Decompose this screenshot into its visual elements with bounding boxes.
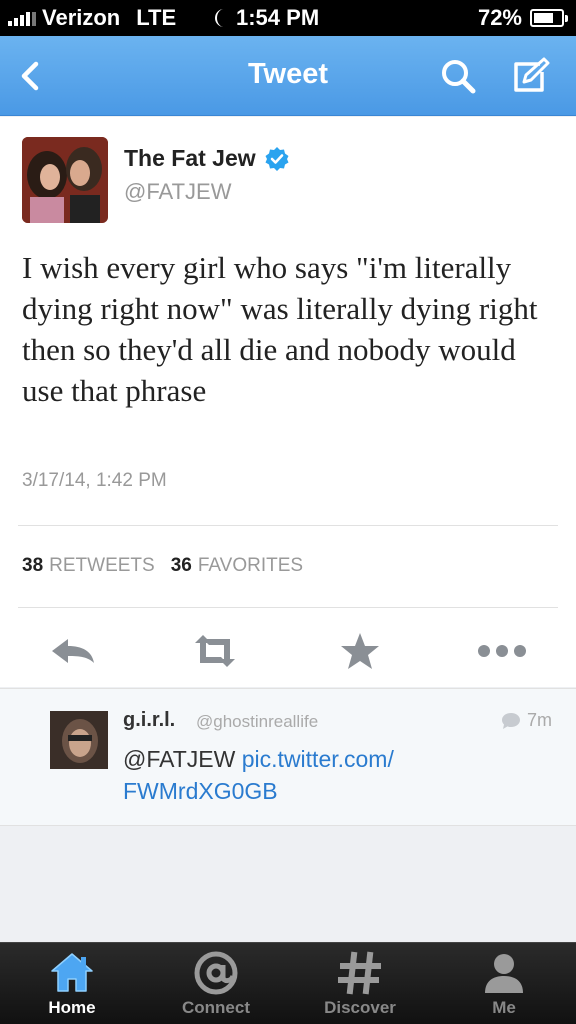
battery-icon xyxy=(530,9,568,27)
reply-avatar-photo xyxy=(50,711,108,769)
tab-me-label: Me xyxy=(492,998,516,1017)
more-icon[interactable] xyxy=(476,631,528,671)
reply-mention[interactable]: @FATJEW xyxy=(123,746,235,772)
reply-handle[interactable]: @ghostinreallife xyxy=(196,712,318,732)
at-icon xyxy=(194,951,238,995)
retweet-icon[interactable] xyxy=(189,631,241,671)
user-avatar[interactable] xyxy=(22,137,108,223)
compose-icon[interactable] xyxy=(510,56,550,96)
tweet-detail: The Fat Jew @FATJEW I wish every girl wh… xyxy=(0,117,576,687)
tab-connect-label: Connect xyxy=(182,998,250,1017)
avatar-photo xyxy=(22,137,108,223)
carrier-area: Verizon LTE xyxy=(8,5,176,31)
tweet-text: I wish every girl who says "i'm literall… xyxy=(22,250,538,408)
favorites-label[interactable]: FAVORITES xyxy=(198,555,303,577)
status-bar: Verizon LTE 1:54 PM 72% xyxy=(0,0,576,36)
hashtag-icon xyxy=(338,951,381,995)
tweet-timestamp: 3/17/14, 1:42 PM xyxy=(22,470,167,491)
reply-text: @FATJEW pic.twitter.com/ FWMrdXG0GB xyxy=(123,743,483,807)
tab-me[interactable]: Me xyxy=(432,943,576,1024)
user-handle[interactable]: @FATJEW xyxy=(124,179,231,205)
signal-strength-icon xyxy=(8,10,36,26)
tweet-actions xyxy=(0,617,576,687)
tweet-stats: 38 RETWEETS 36 FAVORITES xyxy=(22,555,303,577)
network-type: LTE xyxy=(136,5,177,30)
divider xyxy=(18,525,558,526)
tab-discover-label: Discover xyxy=(324,998,396,1017)
tab-discover[interactable]: Discover xyxy=(288,943,432,1024)
reply-time-text: 7m xyxy=(526,710,552,730)
reply-avatar[interactable] xyxy=(50,711,108,769)
reply-display-name[interactable]: g.i.r.l. xyxy=(123,709,175,732)
moon-icon xyxy=(215,9,224,27)
page-title: Tweet xyxy=(247,58,329,90)
search-icon[interactable] xyxy=(438,56,478,96)
person-icon xyxy=(485,954,523,993)
tab-home-label: Home xyxy=(48,998,96,1017)
navigation-bar: Tweet xyxy=(0,36,576,116)
speech-bubble-icon xyxy=(501,712,520,729)
retweet-count[interactable]: 38 xyxy=(22,555,43,577)
reply-icon[interactable] xyxy=(48,631,100,671)
divider xyxy=(18,607,558,608)
retweets-label[interactable]: RETWEETS xyxy=(49,555,155,577)
home-icon xyxy=(51,953,93,992)
tab-home[interactable]: Home xyxy=(0,943,144,1024)
reply-time: 7m xyxy=(501,710,552,731)
status-time: 1:54 PM xyxy=(236,5,320,30)
favorite-icon[interactable] xyxy=(334,631,386,671)
verified-badge-icon xyxy=(265,146,289,171)
display-name-text: The Fat Jew xyxy=(124,145,256,171)
carrier-name: Verizon xyxy=(42,5,121,30)
clock-area: 1:54 PM xyxy=(212,5,319,31)
reply-tweet[interactable]: g.i.r.l. @ghostinreallife 7m @FATJEW pic… xyxy=(0,688,576,826)
battery-percent: 72% xyxy=(477,5,522,30)
tab-bar: Home Connect Discover Me xyxy=(0,942,576,1024)
tab-connect[interactable]: Connect xyxy=(144,943,288,1024)
user-display-name[interactable]: The Fat Jew xyxy=(124,145,290,172)
battery-area: 72% xyxy=(477,5,568,31)
favorite-count[interactable]: 36 xyxy=(171,555,192,577)
